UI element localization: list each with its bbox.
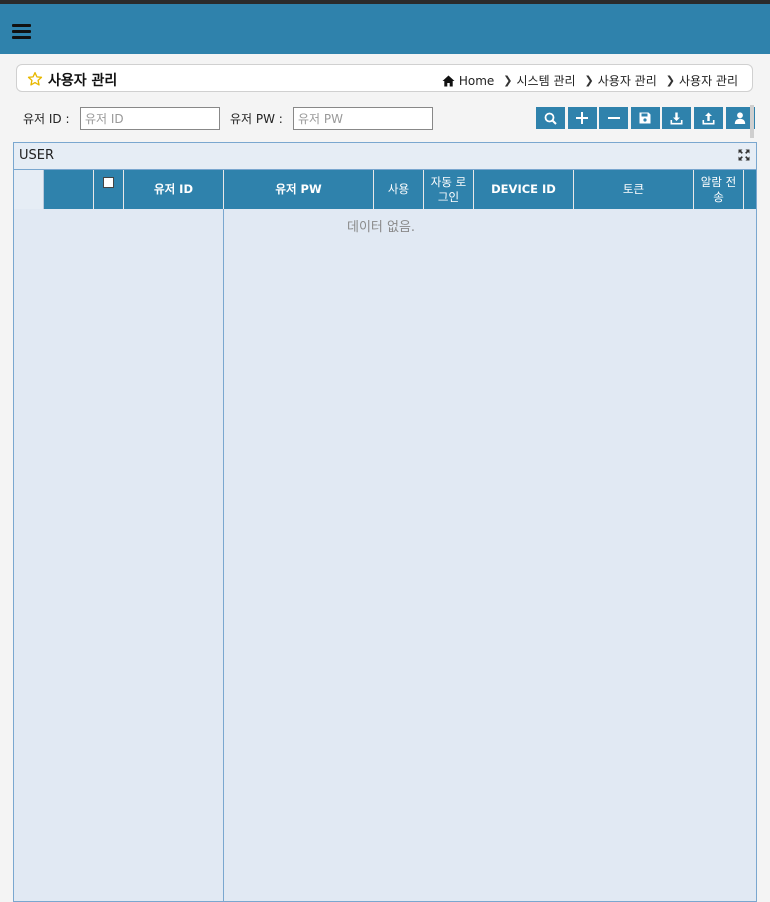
- breadcrumb-item[interactable]: ❯ 사용자 관리: [666, 72, 738, 89]
- download-icon: [670, 112, 683, 124]
- column-header[interactable]: 유저 ID: [124, 170, 224, 209]
- status-column-header: [44, 170, 94, 209]
- grid-body: 데이터 없음.: [14, 209, 756, 901]
- search-bar: 유저 ID : 유저 PW :: [13, 104, 757, 132]
- scrollbar-thumb[interactable]: [750, 105, 754, 138]
- breadcrumb-item-label: 시스템 관리: [516, 74, 576, 88]
- user-pw-label: 유저 PW :: [230, 112, 283, 126]
- grid-caption: USER: [19, 148, 55, 163]
- search-icon: [544, 112, 557, 125]
- upload-icon: [702, 112, 715, 124]
- plus-icon: [576, 112, 589, 124]
- column-header[interactable]: 사용: [374, 170, 424, 209]
- frozen-column-divider: [223, 209, 224, 901]
- save-icon: [639, 112, 651, 124]
- chevron-right-icon: ❯: [584, 74, 594, 87]
- delete-button[interactable]: [599, 107, 629, 129]
- user-grid: USER 유저 ID 유저 PW 사용 자동 로그인 DEVICE ID 토큰 …: [13, 142, 757, 902]
- column-header[interactable]: DEVICE ID: [474, 170, 574, 209]
- user-id-label: 유저 ID :: [23, 112, 70, 126]
- breadcrumb-item[interactable]: ❯ 사용자 관리: [585, 72, 657, 89]
- user-icon: [734, 112, 746, 124]
- top-bar: [0, 4, 770, 54]
- column-header[interactable]: 유저 PW: [224, 170, 374, 209]
- header-filler: [744, 170, 756, 209]
- user-pw-input[interactable]: [293, 107, 433, 130]
- app-frame: 사용자 관리 Home ❯ 시스템 관리 ❯ 사용자 관리 ❯ 사용자 관리 유…: [0, 4, 770, 902]
- breadcrumb-home-label: Home: [458, 73, 495, 88]
- column-header[interactable]: 자동 로그인: [424, 170, 474, 209]
- upload-button[interactable]: [693, 107, 723, 129]
- column-header[interactable]: 토큰: [574, 170, 694, 209]
- toolbar: [536, 107, 757, 129]
- grid-header-row: 유저 ID 유저 PW 사용 자동 로그인 DEVICE ID 토큰 알람 전송: [14, 170, 756, 209]
- home-icon: [442, 75, 455, 86]
- search-button[interactable]: [536, 107, 565, 129]
- expand-icon[interactable]: [738, 149, 750, 161]
- star-icon[interactable]: [27, 71, 43, 87]
- breadcrumb-home[interactable]: Home: [442, 74, 494, 88]
- breadcrumb: Home ❯ 시스템 관리 ❯ 사용자 관리 ❯ 사용자 관리: [442, 72, 738, 89]
- grid-caption-bar: USER: [14, 143, 756, 170]
- download-button[interactable]: [662, 107, 692, 129]
- save-button[interactable]: [630, 107, 660, 129]
- chevron-right-icon: ❯: [665, 74, 675, 87]
- hamburger-menu-icon[interactable]: [12, 24, 31, 40]
- page-header: 사용자 관리 Home ❯ 시스템 관리 ❯ 사용자 관리 ❯ 사용자 관리: [16, 64, 753, 92]
- column-header[interactable]: 알람 전송: [694, 170, 744, 209]
- add-button[interactable]: [567, 107, 597, 129]
- breadcrumb-item[interactable]: ❯ 시스템 관리: [503, 72, 575, 89]
- breadcrumb-item-label: 사용자 관리: [678, 74, 738, 88]
- page-title: 사용자 관리: [48, 73, 118, 89]
- empty-message: 데이터 없음.: [347, 220, 416, 235]
- select-all-header: [94, 170, 124, 209]
- user-id-input[interactable]: [80, 107, 220, 130]
- row-number-header: [14, 170, 44, 209]
- minus-icon: [607, 117, 620, 119]
- chevron-right-icon: ❯: [503, 74, 513, 87]
- select-all-checkbox[interactable]: [103, 177, 114, 188]
- breadcrumb-item-label: 사용자 관리: [597, 74, 657, 88]
